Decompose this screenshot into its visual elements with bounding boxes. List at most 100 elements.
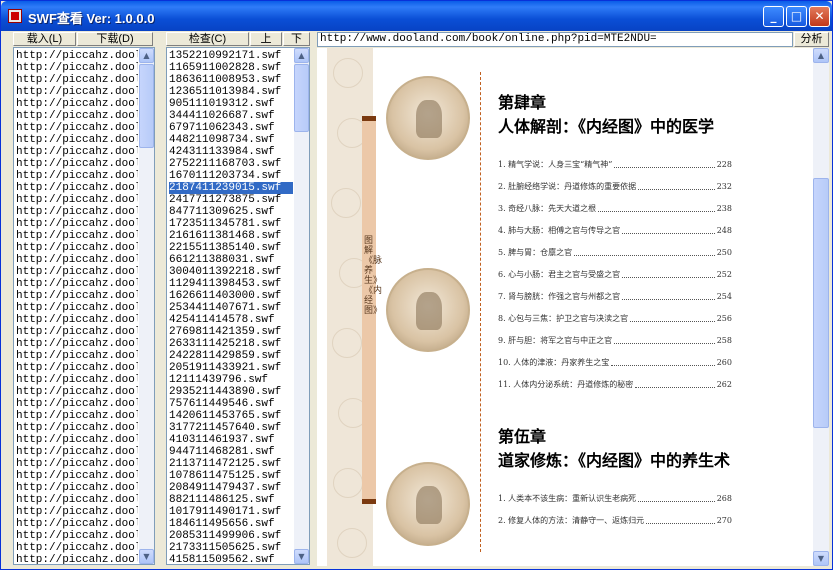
- url-list-scrollbar[interactable]: ▲ ▼: [139, 48, 154, 564]
- list-item[interactable]: 847711309625.swf: [169, 206, 293, 218]
- list-item[interactable]: http://piccahz.doolan: [16, 98, 138, 110]
- swf-list[interactable]: 1352210992171.swf 1165911002828.swf 186361…: [166, 47, 310, 565]
- close-button[interactable]: ✕: [809, 6, 830, 27]
- list-item[interactable]: 1129411398453.swf: [169, 278, 293, 290]
- minimize-button[interactable]: _: [763, 6, 784, 27]
- list-item[interactable]: http://piccahz.doolan: [16, 494, 138, 506]
- list-item[interactable]: 448211098734.swf: [169, 134, 293, 146]
- list-item[interactable]: http://piccahz.doolan: [16, 74, 138, 86]
- download-button[interactable]: 下载(D): [77, 32, 153, 46]
- list-item[interactable]: http://piccahz.doolan: [16, 302, 138, 314]
- scroll-down-icon[interactable]: ▼: [813, 551, 829, 566]
- list-item[interactable]: 425411414578.swf: [169, 314, 293, 326]
- list-item[interactable]: 679711062343.swf: [169, 122, 293, 134]
- list-item[interactable]: 1165911002828.swf: [169, 62, 293, 74]
- list-item[interactable]: 882111486125.swf: [169, 494, 293, 506]
- title-bar[interactable]: SWF查看 Ver: 1.0.0.0 _ □ ✕: [1, 1, 832, 31]
- app-icon[interactable]: [8, 9, 22, 23]
- list-item[interactable]: 2752211168703.swf: [169, 158, 293, 170]
- list-item[interactable]: 1420611453765.swf: [169, 410, 293, 422]
- list-item[interactable]: http://piccahz.doolan: [16, 182, 138, 194]
- list-item[interactable]: 410311461937.swf: [169, 434, 293, 446]
- list-item[interactable]: http://piccahz.doolan: [16, 278, 138, 290]
- list-item[interactable]: 424311133984.swf: [169, 146, 293, 158]
- list-item[interactable]: http://piccahz.doolan: [16, 470, 138, 482]
- list-item[interactable]: 2769811421359.swf: [169, 326, 293, 338]
- list-item[interactable]: 2084911479437.swf: [169, 482, 293, 494]
- list-item[interactable]: http://piccahz.doolan: [16, 554, 138, 564]
- list-item[interactable]: http://piccahz.doolan: [16, 434, 138, 446]
- list-item[interactable]: 2215511385140.swf: [169, 242, 293, 254]
- list-item[interactable]: 1723511345781.swf: [169, 218, 293, 230]
- viewer-scrollbar[interactable]: ▲ ▼: [813, 48, 829, 566]
- scroll-thumb[interactable]: [294, 64, 309, 132]
- list-item[interactable]: http://piccahz.doolan: [16, 194, 138, 206]
- list-item[interactable]: http://piccahz.doolan: [16, 134, 138, 146]
- list-item[interactable]: 2161611381468.swf: [169, 230, 293, 242]
- swf-list-scrollbar[interactable]: ▲ ▼: [294, 48, 309, 564]
- list-item[interactable]: http://piccahz.doolan: [16, 170, 138, 182]
- list-item[interactable]: 415811509562.swf: [169, 554, 293, 564]
- list-item[interactable]: http://piccahz.doolan: [16, 530, 138, 542]
- maximize-button[interactable]: □: [786, 6, 807, 27]
- list-item[interactable]: http://piccahz.doolan: [16, 122, 138, 134]
- list-item[interactable]: http://piccahz.doolan: [16, 410, 138, 422]
- check-button[interactable]: 检查(C): [166, 32, 249, 46]
- list-item[interactable]: http://piccahz.doolan: [16, 218, 138, 230]
- scroll-thumb[interactable]: [813, 178, 829, 428]
- scroll-up-icon[interactable]: ▲: [813, 48, 829, 63]
- list-item[interactable]: 3177211457640.swf: [169, 422, 293, 434]
- list-item[interactable]: http://piccahz.doolan: [16, 326, 138, 338]
- list-item[interactable]: http://piccahz.doolan: [16, 62, 138, 74]
- list-item[interactable]: 1236511013984.swf: [169, 86, 293, 98]
- list-item[interactable]: http://piccahz.doolan: [16, 146, 138, 158]
- list-item[interactable]: http://piccahz.doolan: [16, 110, 138, 122]
- list-item[interactable]: 2173311505625.swf: [169, 542, 293, 554]
- list-item[interactable]: http://piccahz.doolan: [16, 242, 138, 254]
- list-item[interactable]: 1626611403000.swf: [169, 290, 293, 302]
- list-item[interactable]: 2113711472125.swf: [169, 458, 293, 470]
- list-item[interactable]: http://piccahz.doolan: [16, 482, 138, 494]
- list-item[interactable]: http://piccahz.doolan: [16, 374, 138, 386]
- list-item[interactable]: 2633111425218.swf: [169, 338, 293, 350]
- list-item[interactable]: 2935211443890.swf: [169, 386, 293, 398]
- list-item[interactable]: 12111439796.swf: [169, 374, 293, 386]
- list-item[interactable]: 2187411239015.swf: [169, 182, 293, 194]
- list-item[interactable]: 2417711273875.swf: [169, 194, 293, 206]
- list-item[interactable]: http://piccahz.doolan: [16, 506, 138, 518]
- list-item[interactable]: 1863611008953.swf: [169, 74, 293, 86]
- list-item[interactable]: 1352210992171.swf: [169, 50, 293, 62]
- list-item[interactable]: http://piccahz.doolan: [16, 266, 138, 278]
- list-item[interactable]: 184611495656.swf: [169, 518, 293, 530]
- list-item[interactable]: 944711468281.swf: [169, 446, 293, 458]
- list-item[interactable]: http://piccahz.doolan: [16, 338, 138, 350]
- list-item[interactable]: http://piccahz.doolan: [16, 290, 138, 302]
- load-button[interactable]: 载入(L): [13, 32, 76, 46]
- scroll-down-icon[interactable]: ▼: [139, 549, 154, 564]
- list-item[interactable]: http://piccahz.doolan: [16, 254, 138, 266]
- list-item[interactable]: 2422811429859.swf: [169, 350, 293, 362]
- page-viewer[interactable]: 图解《脉养生》《内经图》 第肆章 人体解剖：《内经图》中的医学 1. 精气学说：…: [317, 48, 813, 566]
- list-item[interactable]: 2051911433921.swf: [169, 362, 293, 374]
- list-item[interactable]: http://piccahz.doolan: [16, 446, 138, 458]
- list-item[interactable]: 1017911490171.swf: [169, 506, 293, 518]
- list-item[interactable]: http://piccahz.doolan: [16, 206, 138, 218]
- url-list[interactable]: http://piccahz.doolanhttp://piccahz.dool…: [13, 47, 155, 565]
- scroll-down-icon[interactable]: ▼: [294, 549, 309, 564]
- list-item[interactable]: http://piccahz.doolan: [16, 518, 138, 530]
- list-item[interactable]: 905111019312.swf: [169, 98, 293, 110]
- scroll-thumb[interactable]: [139, 64, 154, 148]
- list-item[interactable]: http://piccahz.doolan: [16, 542, 138, 554]
- list-item[interactable]: http://piccahz.doolan: [16, 158, 138, 170]
- list-item[interactable]: 1670111203734.swf: [169, 170, 293, 182]
- list-item[interactable]: 1078611475125.swf: [169, 470, 293, 482]
- list-item[interactable]: http://piccahz.doolan: [16, 230, 138, 242]
- analyze-button[interactable]: 分析: [794, 32, 829, 47]
- list-item[interactable]: http://piccahz.doolan: [16, 458, 138, 470]
- list-item[interactable]: http://piccahz.doolan: [16, 362, 138, 374]
- list-item[interactable]: http://piccahz.doolan: [16, 386, 138, 398]
- list-item[interactable]: http://piccahz.doolan: [16, 50, 138, 62]
- list-item[interactable]: 344411026687.swf: [169, 110, 293, 122]
- scroll-up-icon[interactable]: ▲: [294, 48, 309, 63]
- list-item[interactable]: 2534411407671.swf: [169, 302, 293, 314]
